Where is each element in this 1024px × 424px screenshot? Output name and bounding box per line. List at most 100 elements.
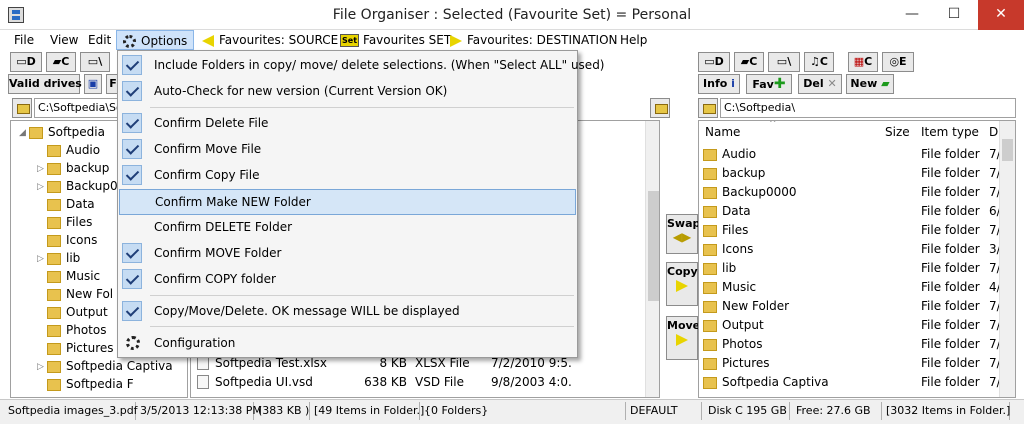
tree-item-label: backup: [66, 161, 110, 175]
tree-item[interactable]: New Fol: [37, 285, 113, 303]
right-file-list[interactable]: Name ^ Size Item type D Audio File folder…: [698, 120, 1016, 398]
row-name: Data: [722, 204, 751, 218]
left-path-field[interactable]: C:\Softpedia\So: [34, 98, 118, 118]
list-row[interactable]: Softpedia Captiva File folder 7/: [703, 373, 1001, 392]
option-label: Confirm Delete File: [154, 116, 269, 130]
disc-e-button[interactable]: ◎E: [882, 52, 914, 72]
file-icon: [197, 356, 209, 370]
browse-folder-icon[interactable]: [650, 98, 670, 118]
column-type[interactable]: Item type: [921, 121, 983, 143]
tree-item[interactable]: Photos: [37, 321, 106, 339]
option-confirm-copy-folder[interactable]: Confirm COPY folder: [119, 267, 576, 291]
list-row[interactable]: Backup0000 File folder 7/: [703, 183, 1001, 202]
tree-item[interactable]: ▷ Softpedia Captiva: [37, 357, 173, 375]
expand-icon[interactable]: ▷: [37, 160, 47, 178]
list-row[interactable]: Files File folder 7/: [703, 221, 1001, 240]
row-name: Music: [722, 280, 757, 294]
close-button[interactable]: ✕: [978, 0, 1024, 30]
info-button[interactable]: Info i: [698, 74, 740, 94]
collapse-icon[interactable]: ◢: [19, 124, 29, 142]
list-row[interactable]: New Folder File folder 7/: [703, 297, 1001, 316]
tree-item-label: Files: [66, 215, 93, 229]
menu-file[interactable]: File: [8, 30, 40, 50]
option-ok-message[interactable]: Copy/Move/Delete. OK message WILL be dis…: [119, 299, 576, 323]
checkmark-icon: [122, 139, 142, 159]
list-row[interactable]: Photos File folder 7/: [703, 335, 1001, 354]
list-row[interactable]: lib File folder 7/: [703, 259, 1001, 278]
tree-item[interactable]: ◢ Softpedia: [19, 123, 105, 141]
fav-button[interactable]: Fav✚: [746, 74, 792, 94]
folder-icon: [703, 357, 717, 370]
menu-favourites-destination[interactable]: Favourites: DESTINATION: [444, 30, 624, 50]
expand-icon[interactable]: ▷: [37, 178, 47, 196]
menu-edit[interactable]: Edit: [82, 30, 117, 50]
move-button[interactable]: Move: [666, 316, 700, 360]
option-confirm-make-new-folder[interactable]: Confirm Make NEW Folder: [119, 189, 576, 215]
copy-button[interactable]: Copy: [666, 262, 698, 306]
menu-help[interactable]: Help: [614, 30, 653, 50]
list-row[interactable]: Data File folder 6/: [703, 202, 1001, 221]
tree-item[interactable]: ▷ lib: [37, 249, 80, 267]
valid-drives-button[interactable]: Valid drives: [8, 74, 82, 94]
right-scrollbar[interactable]: [999, 121, 1015, 397]
right-folder-icon[interactable]: [698, 98, 718, 118]
list-row[interactable]: backup File folder 7/: [703, 164, 1001, 183]
swap-button[interactable]: Swap ◀▶: [666, 214, 700, 254]
option-confirm-move-folder[interactable]: Confirm MOVE Folder: [119, 241, 576, 265]
option-auto-check[interactable]: Auto-Check for new version (Current Vers…: [119, 79, 576, 103]
maximize-button[interactable]: ☐: [934, 0, 974, 30]
right-drive-c-button[interactable]: ▰C: [734, 52, 764, 72]
drive-c-button[interactable]: ▰C: [46, 52, 76, 72]
menu-favourites-source[interactable]: Favourites: SOURCE: [196, 30, 344, 50]
list-row[interactable]: Output File folder 7/: [703, 316, 1001, 335]
option-include-folders[interactable]: Include Folders in copy/ move/ delete se…: [119, 53, 605, 77]
option-confirm-copy-file[interactable]: Confirm Copy File: [119, 163, 576, 187]
row-name: Pictures: [722, 356, 770, 370]
tree-item[interactable]: ▷ backup: [37, 159, 109, 177]
option-confirm-move-file[interactable]: Confirm Move File: [119, 137, 576, 161]
tree-item[interactable]: Softpedia F: [37, 375, 134, 393]
status-items: [49 Items in Folder.]: [310, 402, 424, 420]
film-c-button[interactable]: ▦C: [848, 52, 878, 72]
tree-item[interactable]: Data: [37, 195, 95, 213]
drive-d-button[interactable]: ▭D: [10, 52, 42, 72]
tree-item-label: lib: [66, 251, 81, 265]
computer-icon[interactable]: ▣: [84, 74, 102, 94]
minimize-button[interactable]: —: [892, 0, 932, 30]
music-c-button[interactable]: ♫C: [804, 52, 834, 72]
right-drive-d-button[interactable]: ▭D: [698, 52, 730, 72]
list-row[interactable]: Audio File folder 7/: [703, 145, 1001, 164]
file-row[interactable]: Softpedia UI.vsd 638 KB VSD File 9/8/200…: [197, 373, 647, 392]
tree-item[interactable]: Audio: [37, 141, 100, 159]
new-folder-button[interactable]: New ▰: [846, 74, 894, 94]
right-path-field[interactable]: C:\Softpedia\: [720, 98, 1016, 118]
menu-view[interactable]: View: [44, 30, 84, 50]
list-row[interactable]: Icons File folder 3/: [703, 240, 1001, 259]
menu-favourites-set[interactable]: Set Favourites SET: [334, 30, 457, 50]
scroll-thumb[interactable]: [648, 191, 659, 301]
row-name: Softpedia Captiva: [722, 375, 829, 389]
middle-scrollbar[interactable]: [645, 121, 659, 397]
tree-item[interactable]: ▷ Backup0: [37, 177, 118, 195]
del-button[interactable]: Del ✕: [798, 74, 842, 94]
tree-item[interactable]: Icons: [37, 231, 97, 249]
expand-icon[interactable]: ▷: [37, 358, 47, 376]
menu-options[interactable]: Options: [116, 30, 194, 50]
expand-icon[interactable]: ▷: [37, 250, 47, 268]
left-folder-icon[interactable]: [12, 98, 32, 118]
right-drive-root-button[interactable]: ▭\: [768, 52, 800, 72]
option-confirm-delete-file[interactable]: Confirm Delete File: [119, 111, 576, 135]
tree-item[interactable]: Music: [37, 267, 100, 285]
list-row[interactable]: Music File folder 4/: [703, 278, 1001, 297]
menu-fav-set-label: Favourites SET: [363, 33, 452, 47]
column-size[interactable]: Size: [885, 121, 911, 143]
tree-item[interactable]: Output: [37, 303, 108, 321]
drive-root-button[interactable]: ▭\: [80, 52, 110, 72]
list-row[interactable]: Pictures File folder 7/: [703, 354, 1001, 373]
scroll-thumb[interactable]: [1002, 139, 1013, 161]
option-configuration[interactable]: Configuration: [119, 331, 576, 355]
tree-item[interactable]: Pictures: [37, 339, 114, 357]
option-confirm-delete-folder[interactable]: Confirm DELETE Folder: [119, 215, 576, 239]
tree-item[interactable]: Files: [37, 213, 92, 231]
column-name[interactable]: Name: [705, 121, 885, 143]
